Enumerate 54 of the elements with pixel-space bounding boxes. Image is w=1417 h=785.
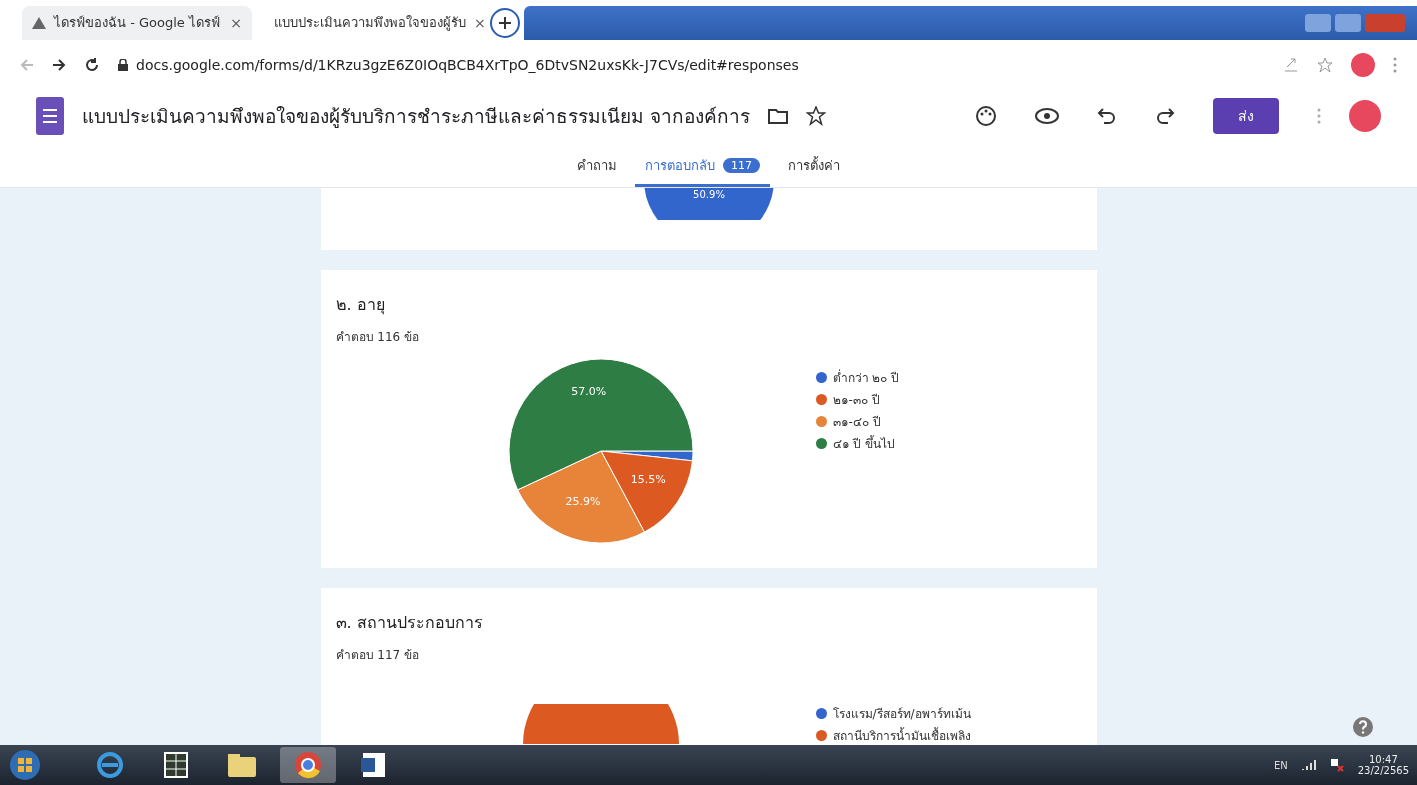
- forms-logo-icon: [36, 97, 64, 135]
- legend-label: ๔๑ ปี ขึ้นไป: [832, 434, 896, 453]
- more-icon[interactable]: [1393, 57, 1397, 73]
- eye-icon[interactable]: [1035, 107, 1059, 125]
- response-count: คำตอบ 117 ข้อ: [335, 647, 421, 664]
- legend-label: ๒๑-๓๐ ปี: [832, 392, 880, 409]
- question-title: ๓. สถานประกอบการ: [335, 612, 484, 634]
- legend-dot: [815, 416, 827, 427]
- folder-icon[interactable]: [227, 752, 257, 778]
- legend-label: โรงแรม/รีสอร์ท/อพาร์ทเม้น: [832, 706, 971, 723]
- response-count: คำตอบ 116 ข้อ: [335, 329, 421, 346]
- close-icon[interactable]: ×: [474, 14, 486, 31]
- triangle-icon: [32, 16, 46, 29]
- form-tab[interactable]: การตั้งค่า: [778, 147, 850, 187]
- undo-icon[interactable]: [1097, 107, 1117, 125]
- legend-dot: [815, 438, 827, 449]
- form-tab[interactable]: คำถาม: [567, 147, 627, 187]
- legend-dot: [815, 394, 827, 405]
- document-icon[interactable]: [360, 751, 388, 779]
- spreadsheet-icon[interactable]: [163, 751, 189, 779]
- slice-label: 57.0%: [570, 385, 606, 399]
- help-icon[interactable]: [1353, 717, 1373, 737]
- palette-icon[interactable]: [975, 105, 997, 127]
- legend-label: ต่ำกว่า ๒๐ ปี: [832, 368, 900, 387]
- pie-chart-drawing: 50.9%: [643, 188, 774, 220]
- redo-icon[interactable]: [1155, 107, 1175, 125]
- clock[interactable]: 10:47 23/2/2565: [1357, 754, 1409, 776]
- chrome-icon[interactable]: [294, 751, 322, 779]
- plus-icon: [499, 16, 511, 29]
- new-tab-button[interactable]: [490, 7, 520, 38]
- response-badge: 117: [723, 158, 760, 173]
- question-title: ๒. อายุ: [335, 294, 386, 317]
- star-icon[interactable]: [1317, 57, 1333, 73]
- signal-icon: [1301, 760, 1316, 770]
- share-icon[interactable]: [1283, 57, 1299, 73]
- close-icon[interactable]: ×: [230, 14, 242, 31]
- start-button[interactable]: [8, 748, 42, 782]
- url-text[interactable]: docs.google.com/forms/d/1KRzu3gzE6Z0IOqBCB4XrTpO_6DtvSN2uxsKk-J7CVs/edit#responses: [136, 57, 799, 73]
- lock-icon: [118, 59, 128, 71]
- slice-label: 15.5%: [630, 472, 666, 486]
- star-icon[interactable]: [806, 106, 827, 126]
- legend-label: สถานีบริการน้ำมันเชื้อเพลิง: [832, 726, 971, 745]
- legend-dot: [815, 372, 827, 383]
- avatar[interactable]: [1351, 53, 1375, 77]
- browser-tab[interactable]: ไดรฟ์ของฉัน - Google ไดรฟ์ ×: [22, 5, 252, 40]
- forward-icon[interactable]: [52, 58, 66, 72]
- folder-icon[interactable]: [768, 108, 789, 124]
- avatar[interactable]: [1349, 100, 1381, 132]
- slice-label: 25.9%: [565, 495, 600, 509]
- reload-icon[interactable]: [84, 57, 100, 73]
- language-indicator[interactable]: EN: [1273, 759, 1288, 771]
- send-button[interactable]: ส่ง: [1213, 98, 1279, 134]
- form-title: แบบประเมินความพึงพอใจของผู้รับบริการชำระภาษีและค่าธรรมเนียม จากองค์การ: [82, 104, 751, 130]
- legend-label: ๓๑-๔๐ ปี: [832, 414, 881, 431]
